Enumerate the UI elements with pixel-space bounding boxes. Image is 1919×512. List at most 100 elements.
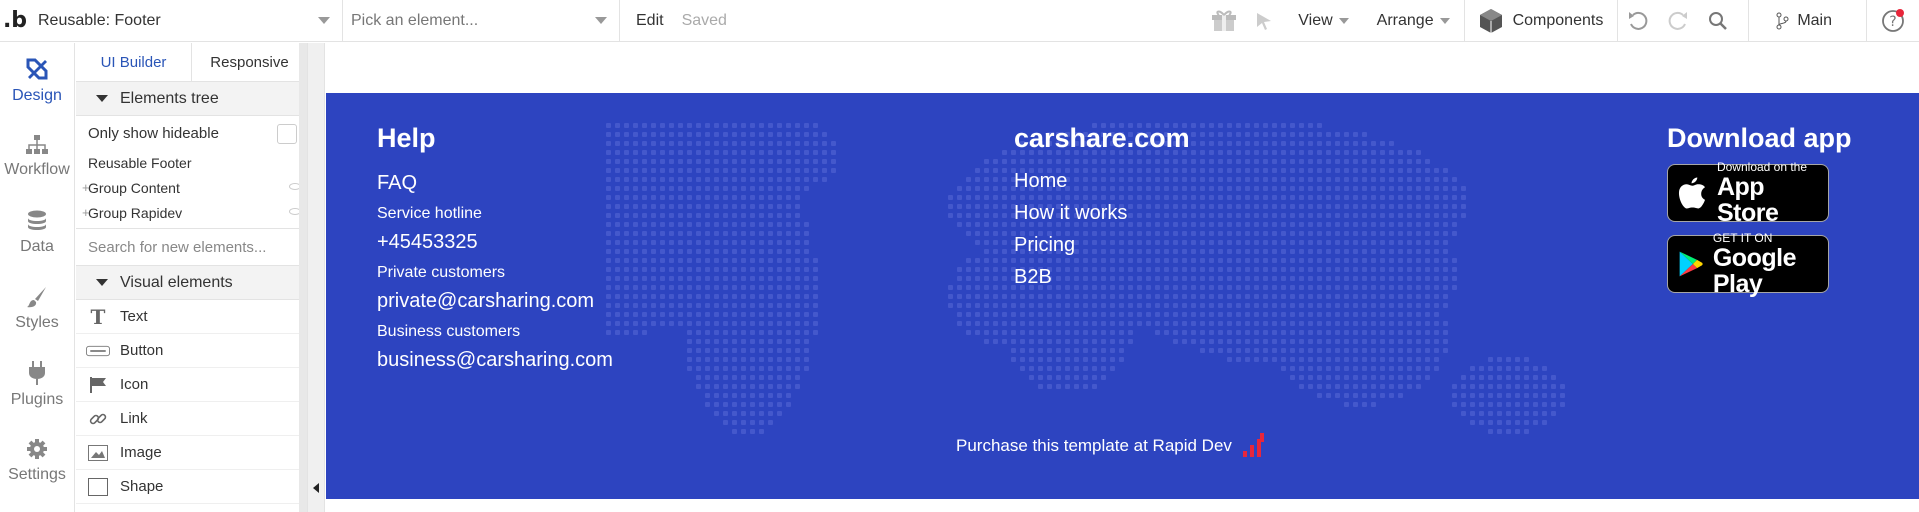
rapid-dev-logo-icon [1242, 433, 1264, 457]
branch-selector[interactable]: Main [1749, 0, 1866, 42]
link-chain-icon [86, 410, 110, 428]
nav-styles[interactable]: Styles [0, 271, 74, 347]
expand-plus-icon[interactable]: + [82, 180, 90, 195]
visual-element-text[interactable]: T Text [76, 300, 307, 334]
tree-item-label: Reusable Footer [88, 154, 192, 171]
button-click-icon [86, 345, 110, 357]
elements-tree-title: Elements tree [120, 89, 219, 107]
ui-builder-panel: UI Builder Responsive Elements tree Only… [76, 43, 308, 512]
element-search-placeholder: Search for new elements... [88, 238, 267, 256]
panel-scrollbar[interactable] [299, 43, 307, 512]
chevron-down-icon [1338, 17, 1349, 24]
tab-ui-builder[interactable]: UI Builder [76, 43, 192, 81]
panel-tabs: UI Builder Responsive [76, 43, 307, 82]
undo-icon[interactable] [1618, 0, 1658, 42]
tree-item-group-content[interactable]: + Group Content [82, 175, 307, 200]
cursor-icon[interactable] [1244, 0, 1284, 42]
nav-workflow[interactable]: Workflow [0, 119, 74, 195]
edit-button[interactable]: Edit [620, 0, 678, 42]
footer-link-b2b[interactable]: B2B [1014, 266, 1190, 289]
only-show-hideable-checkbox[interactable] [277, 124, 297, 144]
visual-element-label: Text [120, 308, 148, 325]
element-search-input[interactable]: Search for new elements... [76, 228, 307, 266]
collapse-triangle-icon [96, 279, 108, 286]
private-email[interactable]: private@carsharing.com [377, 290, 613, 313]
components-button[interactable]: Components [1465, 0, 1618, 42]
business-customers-label: Business customers [377, 323, 521, 340]
nav-label: Design [12, 87, 62, 104]
help-icon[interactable]: ? [1867, 0, 1919, 42]
footer-link-pricing[interactable]: Pricing [1014, 234, 1190, 257]
element-picker[interactable]: Pick an element... [343, 0, 620, 42]
visual-element-icon[interactable]: Icon [76, 368, 307, 402]
google-play-small-text: GET IT ON [1712, 230, 1773, 245]
nav-data[interactable]: Data [0, 195, 74, 271]
branch-label: Main [1797, 11, 1832, 29]
data-icon [28, 210, 46, 230]
visual-element-link[interactable]: Link [76, 402, 307, 436]
tree-item-label: Group Content [88, 179, 180, 196]
elements-tree: Reusable Footer + Group Content + Group Ra… [76, 150, 307, 225]
editor-canvas[interactable]: Help FAQ Service hotline +45453325 Priva… [326, 43, 1919, 512]
shape-square-icon [86, 477, 110, 496]
visual-element-shape[interactable]: Shape [76, 470, 307, 504]
chevron-down-icon [318, 16, 330, 24]
phone-number[interactable]: +45453325 [377, 231, 613, 254]
tree-item-reusable-footer[interactable]: Reusable Footer [88, 150, 307, 175]
tab-responsive[interactable]: Responsive [192, 43, 307, 81]
visual-element-label: Link [120, 410, 148, 427]
download-app-column: Download app Download on the App Store G… [1667, 123, 1852, 297]
download-app-title: Download app [1667, 123, 1852, 153]
nav-settings[interactable]: Settings [0, 423, 74, 499]
business-email[interactable]: business@carsharing.com [377, 349, 613, 372]
svg-text:?: ? [1889, 14, 1896, 30]
bubble-logo[interactable]: .b [0, 0, 30, 42]
gift-icon[interactable] [1204, 0, 1244, 42]
view-label: View [1298, 11, 1333, 29]
purchase-template-link[interactable]: Purchase this template at Rapid Dev [956, 433, 1266, 459]
google-play-icon [1679, 251, 1703, 277]
app-store-badge[interactable]: Download on the App Store [1667, 159, 1829, 226]
design-icon [26, 58, 48, 80]
google-play-badge[interactable]: GET IT ON Google Play [1667, 230, 1829, 297]
faq-link[interactable]: FAQ [377, 172, 613, 195]
only-show-hideable-row: Only show hideable [76, 116, 307, 150]
saved-status: Saved [681, 11, 727, 29]
visual-element-image[interactable]: Image [76, 436, 307, 470]
page-select[interactable]: Reusable: Footer [30, 0, 343, 42]
app-store-big-text: App Store [1716, 172, 1779, 227]
workflow-icon [26, 135, 48, 154]
nav-label: Settings [8, 466, 66, 483]
left-nav: Design Workflow Data Styles Plugins Sett… [0, 43, 75, 512]
footer-link-home[interactable]: Home [1014, 170, 1190, 193]
private-customers-label: Private customers [377, 264, 506, 281]
redo-icon[interactable] [1658, 0, 1698, 42]
expand-plus-icon[interactable]: + [82, 205, 90, 220]
view-menu[interactable]: View [1284, 0, 1362, 42]
tree-item-label: Group Rapidev [88, 204, 183, 221]
panel-collapse-handle[interactable] [308, 43, 325, 512]
nav-design[interactable]: Design [0, 43, 74, 119]
arrange-menu[interactable]: Arrange [1363, 0, 1464, 42]
search-icon[interactable] [1698, 0, 1738, 42]
styles-icon [27, 287, 46, 308]
flag-icon [86, 376, 110, 393]
top-bar: .b Reusable: Footer Pick an element... E… [0, 0, 1919, 42]
visual-elements-title: Visual elements [120, 273, 233, 291]
help-column: Help FAQ Service hotline +45453325 Priva… [377, 123, 613, 372]
plugins-icon [29, 361, 45, 385]
elements-tree-header[interactable]: Elements tree [76, 82, 307, 116]
help-title: Help [377, 123, 436, 153]
collapse-triangle-icon [96, 95, 108, 102]
nav-label: Styles [15, 314, 59, 331]
chevron-down-icon [1439, 17, 1450, 24]
app-store-small-text: Download on the [1716, 159, 1808, 174]
only-show-hideable-label: Only show hideable [88, 124, 219, 142]
site-column: carshare.com Home How it works Pricing B… [1014, 123, 1190, 289]
footer-preview[interactable]: Help FAQ Service hotline +45453325 Priva… [326, 93, 1919, 499]
footer-link-how-it-works[interactable]: How it works [1014, 202, 1190, 225]
tree-item-group-rapidev[interactable]: + Group Rapidev [82, 200, 307, 225]
visual-elements-header[interactable]: Visual elements [76, 266, 307, 300]
nav-plugins[interactable]: Plugins [0, 347, 74, 423]
visual-element-button[interactable]: Button [76, 334, 307, 368]
